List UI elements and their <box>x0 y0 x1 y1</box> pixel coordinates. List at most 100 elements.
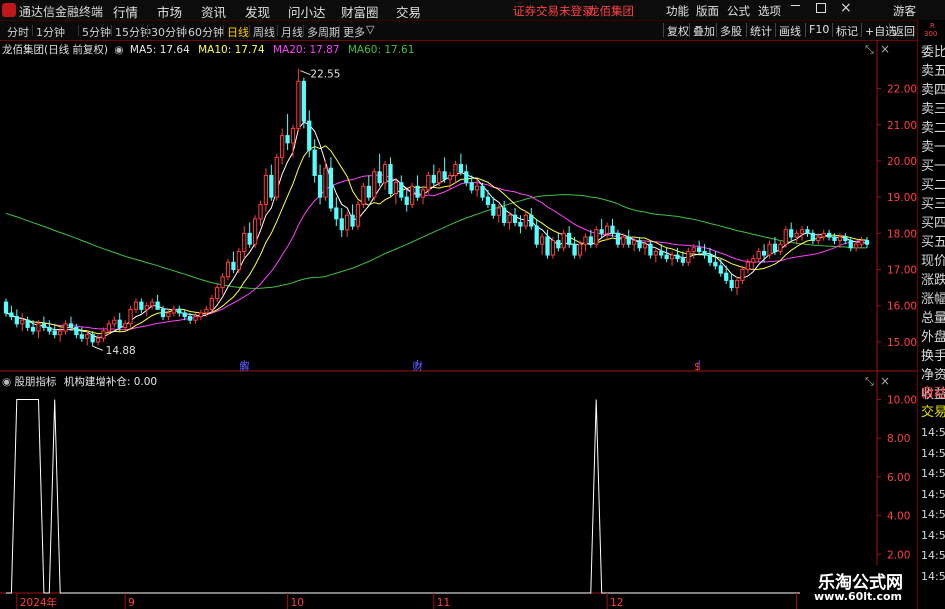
candle-body <box>377 171 382 184</box>
time-tick-label: 11 <box>437 597 450 609</box>
candle-body <box>41 323 47 328</box>
toolbar-button-2[interactable]: 多股 <box>716 23 742 38</box>
toolbar-button-5[interactable]: F10 <box>805 23 829 37</box>
menu-formula[interactable]: 公式 <box>727 3 750 19</box>
candle-body <box>751 258 756 263</box>
candle-body <box>193 316 198 321</box>
menu-item-1[interactable]: 市场 <box>157 2 182 21</box>
candle-body <box>485 196 491 205</box>
toolbar-button-4[interactable]: 画线 <box>775 23 801 38</box>
close-icon[interactable]: × <box>840 0 852 16</box>
chart-close-icon[interactable]: × <box>880 42 890 56</box>
menu-item-6[interactable]: 交易 <box>396 2 421 21</box>
sub-resize-icon[interactable]: ⤡ <box>865 375 874 389</box>
minimize-icon[interactable] <box>791 5 800 6</box>
menu-layout[interactable]: 版面 <box>696 3 719 19</box>
candle-body <box>355 203 361 227</box>
candle-body <box>848 240 853 249</box>
auto-mode-label[interactable]: 自动 <box>921 384 945 403</box>
kline-chart[interactable]: 15.00 16.00 17.00 18.00 19.00 20.00 21.00 22.00… <box>0 40 917 609</box>
candle-body <box>718 265 723 274</box>
period-divider <box>249 25 250 36</box>
toolbar-button-8[interactable]: 返回 <box>889 23 915 38</box>
indicator-tick-label: 6.00 <box>887 472 910 484</box>
period-tab-4[interactable]: 30分钟 <box>151 24 187 40</box>
period-divider <box>78 25 79 36</box>
quote-label-12: 涨跌 <box>921 273 945 288</box>
candle-body <box>442 171 447 180</box>
chart-resize-icon[interactable]: ⤡ <box>865 43 874 57</box>
candle-body <box>258 203 263 220</box>
candle-body <box>209 297 214 310</box>
candle-body <box>20 319 25 325</box>
quote-label-6: 买一 <box>921 159 945 174</box>
quote-label-11: 现价 <box>921 254 945 269</box>
candle-body <box>328 167 334 209</box>
menu-item-5[interactable]: 财富圈 <box>341 2 379 21</box>
toolbar-button-3[interactable]: 统计 <box>746 23 772 38</box>
login-status[interactable]: 证券交易未登录 <box>513 3 594 19</box>
period-toolbar: 分时 1分钟 5分钟 15分钟 30分钟 60分钟 日线 周线 月线 多周期 更多 ▽ 复权 叠加 多股… <box>0 21 917 41</box>
guest-button[interactable]: 游客 <box>893 3 916 19</box>
period-tab-0[interactable]: 分时 <box>7 24 29 40</box>
toolbar-button-1[interactable]: 叠加 <box>689 23 715 38</box>
menu-item-3[interactable]: 发现 <box>245 2 270 21</box>
more-arrow-icon[interactable]: ▽ <box>366 23 374 36</box>
candle-body <box>128 308 133 325</box>
candle-body <box>74 326 79 336</box>
candle-body <box>63 323 68 332</box>
candle-body <box>610 225 615 234</box>
candle-body <box>789 229 794 238</box>
sub-close-icon[interactable]: × <box>880 374 890 388</box>
indicator-tick-label: 2.00 <box>887 549 910 561</box>
candle-body <box>518 221 523 227</box>
candle-body <box>637 240 642 249</box>
candle-body <box>653 250 658 256</box>
candle-body <box>182 312 187 318</box>
period-tab-10[interactable]: 更多 <box>343 24 365 40</box>
time-tick-label: 12 <box>610 597 623 609</box>
stock-title: 龙佰集团(日线 前复权) <box>2 44 109 56</box>
restore-icon[interactable] <box>816 3 826 13</box>
menu-item-2[interactable]: 资讯 <box>201 2 226 21</box>
candle-body <box>529 214 534 227</box>
candle-body <box>90 334 95 343</box>
candle-body <box>626 236 631 245</box>
candle-body <box>799 229 805 234</box>
candle-body <box>52 330 57 336</box>
period-tab-1[interactable]: 1分钟 <box>36 24 65 40</box>
candle-body <box>697 247 702 252</box>
period-divider <box>277 25 278 36</box>
settings-icon[interactable]: ◉ <box>114 44 123 56</box>
stock-name-status[interactable]: 龙佰集团 <box>588 3 634 19</box>
menu-options[interactable]: 选项 <box>758 3 781 19</box>
period-tab-9[interactable]: 多周期 <box>307 24 340 40</box>
candle-body <box>420 189 426 198</box>
candle-body <box>680 258 686 263</box>
period-tab-6[interactable]: 日线 <box>227 24 249 40</box>
sub-settings-icon[interactable]: ◉ <box>2 376 11 388</box>
period-tab-2[interactable]: 5分钟 <box>82 24 111 40</box>
candle-body <box>285 135 290 144</box>
tick-time-7: 14:56 <box>921 569 945 583</box>
toolbar-button-6[interactable]: 标记 <box>832 23 858 38</box>
candle-body <box>36 323 41 332</box>
toolbar-button-0[interactable]: 复权 <box>663 23 689 38</box>
period-tab-8[interactable]: 月线 <box>281 24 303 40</box>
menu-item-0[interactable]: 行情 <box>113 2 138 21</box>
period-tab-3[interactable]: 15分钟 <box>115 24 151 40</box>
price-tick-label: 16.00 <box>887 301 917 313</box>
candle-body <box>388 164 393 195</box>
candle-body <box>9 312 14 318</box>
candle-body <box>236 250 241 271</box>
menu-item-4[interactable]: 问小达 <box>288 2 326 21</box>
price-tick-label: 22.00 <box>887 84 917 96</box>
trade-label[interactable]: 交易 <box>921 403 945 422</box>
candle-body <box>523 214 528 227</box>
menu-function[interactable]: 功能 <box>666 3 689 19</box>
ma60-label: MA60: 17.61 <box>347 44 415 56</box>
period-tab-7[interactable]: 周线 <box>253 24 275 40</box>
period-tab-5[interactable]: 60分钟 <box>188 24 224 40</box>
candle-body <box>187 316 193 321</box>
candle-body <box>290 127 296 144</box>
